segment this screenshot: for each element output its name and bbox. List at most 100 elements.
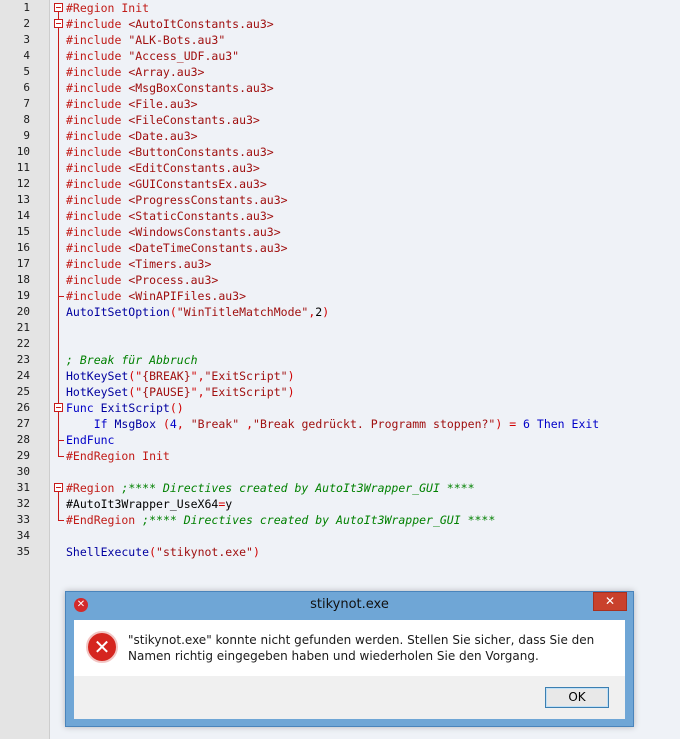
line-number: 4 xyxy=(23,49,30,62)
fold-line xyxy=(58,492,59,520)
line-number: 32 xyxy=(16,497,30,510)
code-token: EndFunc xyxy=(66,433,115,447)
code-line[interactable]: #Region ;**** Directives created by Auto… xyxy=(66,480,475,496)
line-number: 18 xyxy=(16,273,30,286)
code-line[interactable]: #include <WindowsConstants.au3> xyxy=(66,224,281,240)
line-number: 10 xyxy=(16,145,30,158)
fold-line xyxy=(58,12,59,456)
line-number: 13 xyxy=(16,193,30,206)
code-line[interactable]: #include <FileConstants.au3> xyxy=(66,112,260,128)
dialog-title: stikynot.exe xyxy=(310,597,389,612)
line-number: 12 xyxy=(16,177,30,190)
code-line[interactable]: ; Break für Abbruch xyxy=(66,352,198,368)
code-token: #include xyxy=(66,145,129,159)
code-token: ;**** Directives created by AutoIt3Wrapp… xyxy=(121,481,475,495)
line-number: 15 xyxy=(16,225,30,238)
code-token: <WinAPIFiles.au3> xyxy=(128,289,247,303)
code-line[interactable]: #include <ProgressConstants.au3> xyxy=(66,192,288,208)
code-token: , xyxy=(239,417,254,431)
code-line[interactable]: #include <AutoItConstants.au3> xyxy=(66,16,274,32)
code-line[interactable]: #include <GUIConstantsEx.au3> xyxy=(66,176,267,192)
fold-toggle-icon[interactable] xyxy=(54,19,63,28)
close-icon[interactable]: ✕ xyxy=(593,592,627,611)
code-token: #include xyxy=(66,225,129,239)
code-token: #include xyxy=(66,289,129,303)
code-line[interactable]: HotKeySet("{BREAK}","ExitScript") xyxy=(66,368,295,384)
code-token: <StaticConstants.au3> xyxy=(128,209,274,223)
fold-toggle-icon[interactable] xyxy=(54,3,63,12)
code-line[interactable]: If MsgBox (4, "Break" ,"Break gedrückt. … xyxy=(66,416,600,432)
code-line[interactable]: EndFunc xyxy=(66,432,114,448)
code-line[interactable]: #include <DateTimeConstants.au3> xyxy=(66,240,288,256)
code-token: ( xyxy=(162,417,170,431)
code-token: #include xyxy=(66,81,129,95)
code-token: #include xyxy=(66,209,129,223)
code-token: <DateTimeConstants.au3> xyxy=(128,241,288,255)
dialog-body: ✕ "stikynot.exe" konnte nicht gefunden w… xyxy=(74,620,625,676)
code-line[interactable]: #include "Access_UDF.au3" xyxy=(66,48,239,64)
code-line[interactable]: ShellExecute("stikynot.exe") xyxy=(66,544,260,560)
code-token: "ExitScript" xyxy=(204,385,288,399)
code-line[interactable]: #include "ALK-Bots.au3" xyxy=(66,32,225,48)
code-token: #include xyxy=(66,257,129,271)
code-token: , xyxy=(176,417,191,431)
line-number: 30 xyxy=(16,465,30,478)
code-token: <AutoItConstants.au3> xyxy=(128,17,274,31)
fold-end-tick xyxy=(58,296,64,297)
fold-toggle-icon[interactable] xyxy=(54,403,63,412)
code-line[interactable]: #include <Array.au3> xyxy=(66,64,204,80)
code-line[interactable]: #AutoIt3Wrapper_UseX64=y xyxy=(66,496,232,512)
code-line[interactable]: #include <WinAPIFiles.au3> xyxy=(66,288,246,304)
code-line[interactable]: HotKeySet("{PAUSE}","ExitScript") xyxy=(66,384,295,400)
fold-margin[interactable] xyxy=(50,0,66,739)
code-token: <Process.au3> xyxy=(128,273,219,287)
code-line[interactable]: #include <ButtonConstants.au3> xyxy=(66,144,274,160)
code-line[interactable]: #Region Init xyxy=(66,0,149,16)
code-token: #include xyxy=(66,97,129,111)
code-line[interactable]: #include <StaticConstants.au3> xyxy=(66,208,274,224)
code-line[interactable]: #include <EditConstants.au3> xyxy=(66,160,260,176)
code-token: #Region xyxy=(66,481,122,495)
error-dialog: ✕ stikynot.exe ✕ ✕ "stikynot.exe" konnte… xyxy=(65,591,634,727)
fold-toggle-icon[interactable] xyxy=(54,483,63,492)
code-token: <File.au3> xyxy=(128,97,198,111)
code-line[interactable]: #include <Process.au3> xyxy=(66,272,218,288)
code-token: y xyxy=(225,497,233,511)
code-line[interactable]: #include <File.au3> xyxy=(66,96,198,112)
code-token: ) xyxy=(322,305,330,319)
code-token: MsgBox xyxy=(114,417,163,431)
fold-end-tick xyxy=(58,456,64,457)
code-token: <ProgressConstants.au3> xyxy=(128,193,288,207)
code-line[interactable]: #include <Date.au3> xyxy=(66,128,198,144)
code-token: ; Break für Abbruch xyxy=(66,353,198,367)
code-line[interactable]: #include <Timers.au3> xyxy=(66,256,211,272)
dialog-titlebar[interactable]: ✕ stikynot.exe ✕ xyxy=(66,592,633,619)
code-line[interactable]: #include <MsgBoxConstants.au3> xyxy=(66,80,274,96)
line-number-gutter: 1 2 3 4 5 6 7 8 9 10 11 12 13 14 15 16 17 18 19 20 21 22 23 24 2… xyxy=(0,0,50,739)
code-token: <Timers.au3> xyxy=(128,257,212,271)
code-token: Then Exit xyxy=(536,417,600,431)
code-token: <Date.au3> xyxy=(128,129,198,143)
code-token: If xyxy=(93,417,115,431)
code-line[interactable]: Func ExitScript() xyxy=(66,400,184,416)
line-number: 7 xyxy=(23,97,30,110)
code-token: "WinTitleMatchMode" xyxy=(176,305,309,319)
code-token: <GUIConstantsEx.au3> xyxy=(128,177,267,191)
line-number: 9 xyxy=(23,129,30,142)
line-number: 2 xyxy=(23,17,30,30)
code-token: ) xyxy=(287,369,295,383)
line-number: 31 xyxy=(16,481,30,494)
code-line[interactable]: AutoItSetOption("WinTitleMatchMode",2) xyxy=(66,304,329,320)
ok-button[interactable]: OK xyxy=(545,687,609,708)
line-number: 27 xyxy=(16,417,30,430)
line-number: 29 xyxy=(16,449,30,462)
code-token: (" xyxy=(128,369,143,383)
code-line[interactable]: #EndRegion Init xyxy=(66,448,170,464)
line-number: 24 xyxy=(16,369,30,382)
code-token: #include xyxy=(66,113,129,127)
dialog-footer: OK xyxy=(74,676,625,719)
line-number: 20 xyxy=(16,305,30,318)
line-number: 19 xyxy=(16,289,30,302)
code-line[interactable]: #EndRegion ;**** Directives created by A… xyxy=(66,512,495,528)
